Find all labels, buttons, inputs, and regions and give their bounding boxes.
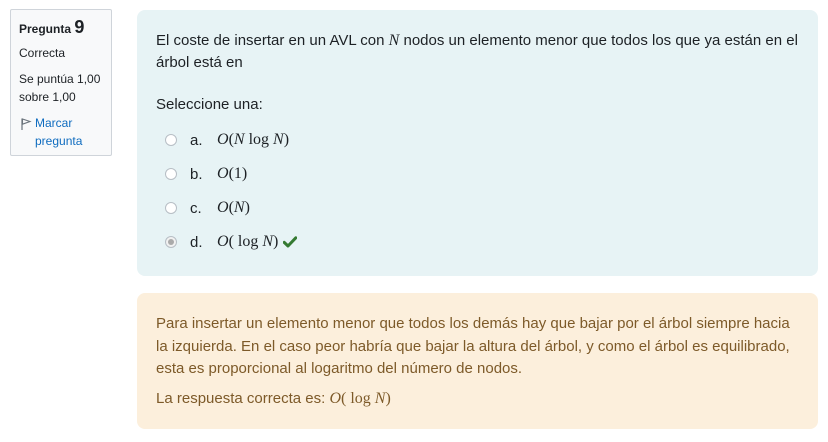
question-text-before: El coste de insertar en un AVL con [156, 32, 389, 49]
question-grade: Se puntúa 1,00 sobre 1,00 [19, 72, 101, 104]
question-number: Pregunta 9 [19, 18, 103, 38]
check-icon [283, 236, 298, 248]
answer-option-c[interactable]: c. O(N) [156, 191, 799, 225]
option-letter: b. [190, 165, 203, 183]
option-formula: O(N) [217, 199, 250, 216]
answer-list: a. O(N log N) b. O(1) c. O(N) d. O( log … [156, 123, 799, 259]
question-label: Pregunta [19, 22, 72, 36]
option-formula: O(1) [217, 165, 248, 182]
flag-question-link[interactable]: Marcar pregunta [19, 114, 103, 150]
option-formula: O(N log N) [217, 131, 290, 148]
question-text: El coste de insertar en un AVL con N nod… [156, 30, 799, 74]
option-letter: c. [190, 199, 202, 217]
answer-option-a[interactable]: a. O(N log N) [156, 123, 799, 157]
question-state: Correcta [19, 46, 66, 60]
radio-button-c[interactable] [165, 202, 177, 214]
right-answer-label: La respuesta correcta es: [156, 389, 330, 407]
answer-option-b[interactable]: b. O(1) [156, 157, 799, 191]
right-answer-formula: O( log N) [329, 389, 391, 407]
flag-question-label: Marcar pregunta [35, 116, 83, 148]
radio-button-a[interactable] [165, 134, 177, 146]
option-formula: O( log N) [217, 233, 279, 250]
radio-button-d[interactable] [165, 236, 177, 248]
answer-prompt: Seleccione una: [156, 96, 263, 113]
question-number-value: 9 [74, 17, 85, 37]
general-feedback: Para insertar un elemento menor que todo… [156, 315, 790, 377]
radio-button-b[interactable] [165, 168, 177, 180]
question-info-panel: Pregunta 9 Correcta Se puntúa 1,00 sobre… [10, 9, 112, 156]
option-letter: d. [190, 233, 203, 251]
answer-option-d[interactable]: d. O( log N) [156, 225, 799, 259]
feedback-panel: Para insertar un elemento menor que todo… [137, 293, 818, 429]
question-formulation: El coste de insertar en un AVL con N nod… [137, 10, 818, 276]
question-variable: N [388, 32, 400, 49]
right-answer: La respuesta correcta es: O( log N) [156, 388, 799, 411]
flag-icon [21, 118, 32, 130]
option-letter: a. [190, 131, 203, 149]
